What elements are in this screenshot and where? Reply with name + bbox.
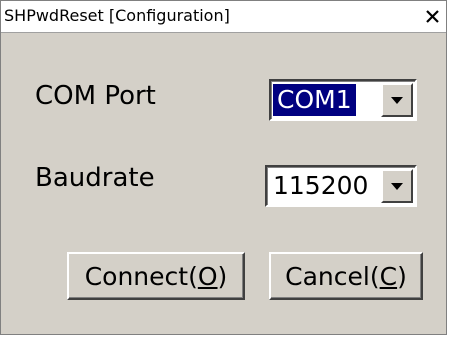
cancel-button[interactable]: Cancel(C) [269,252,423,300]
baudrate-select[interactable]: 115200 [265,165,417,207]
baudrate-label: Baudrate [35,163,155,193]
title-bar[interactable]: SHPwdReset [Configuration] [1,1,446,33]
connect-mnemonic: O [197,261,218,291]
baudrate-value: 115200 [273,171,369,200]
connect-button[interactable]: Connect(O) [67,252,245,300]
cancel-label-suffix: ) [397,261,407,291]
connect-label-suffix: ) [217,261,228,291]
com-port-value: COM1 [273,84,356,116]
close-button[interactable] [422,6,443,27]
cancel-label-prefix: Cancel( [285,261,380,291]
baudrate-dropdown-button[interactable] [381,169,413,203]
window-title: SHPwdReset [Configuration] [4,6,230,25]
close-icon [426,10,439,23]
com-port-dropdown-button[interactable] [381,83,413,117]
chevron-down-icon [391,96,403,104]
com-port-select[interactable]: COM1 [269,79,417,121]
connect-label-prefix: Connect( [84,261,198,291]
com-port-label: COM Port [35,81,156,111]
chevron-down-icon [391,182,403,190]
config-dialog: SHPwdReset [Configuration] COM Port COM1… [0,0,447,335]
cancel-mnemonic: C [379,261,398,291]
